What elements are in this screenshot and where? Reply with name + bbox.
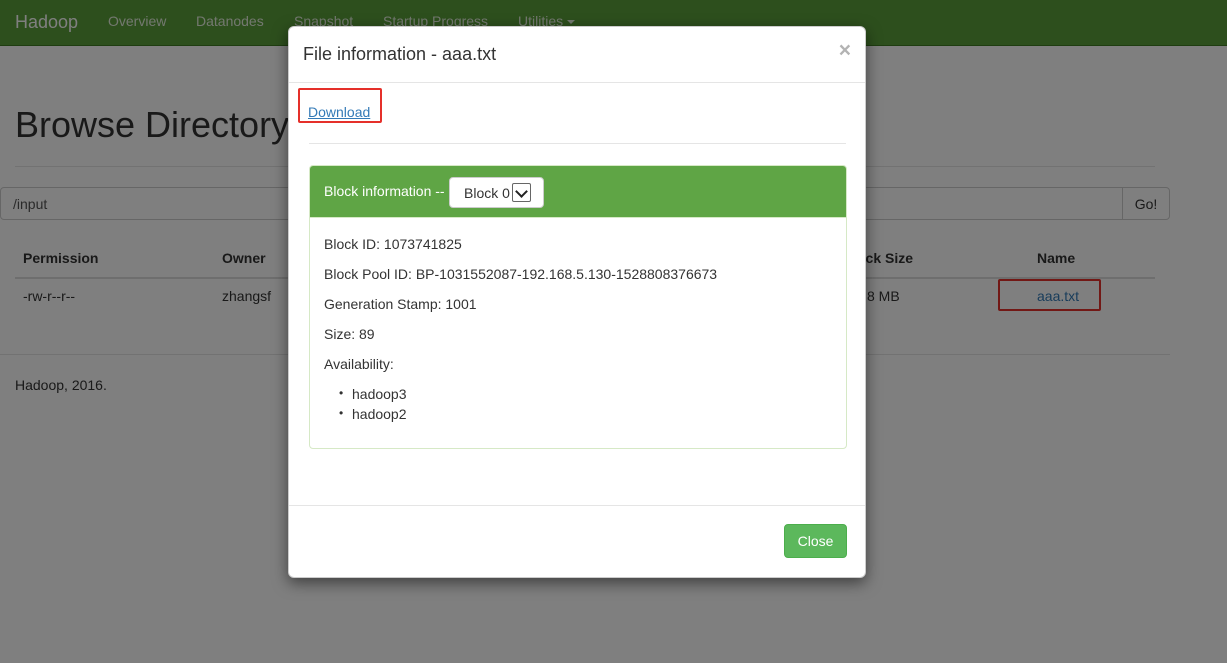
availability-item: hadoop2 [339, 406, 406, 422]
block-info-label: Block information -- [324, 183, 445, 199]
block-size: Size: 89 [324, 326, 375, 342]
block-id: Block ID: 1073741825 [324, 236, 462, 252]
generation-stamp: Generation Stamp: 1001 [324, 296, 477, 312]
block-pool-id: Block Pool ID: BP-1031552087-192.168.5.1… [324, 266, 718, 282]
chevron-down-icon[interactable] [512, 183, 531, 202]
availability-item: hadoop3 [339, 386, 406, 402]
modal-footer-divider [289, 505, 865, 506]
block-info-panel: Block information -- Block 0 Block ID: 1… [309, 165, 847, 449]
panel-heading: Block information -- Block 0 [310, 166, 846, 218]
modal-title: File information - aaa.txt [303, 44, 497, 64]
availability-label: Availability: [324, 356, 394, 372]
divider [309, 143, 846, 144]
close-button[interactable]: Close [784, 524, 847, 558]
close-icon[interactable]: × [839, 39, 851, 63]
block-select-value: Block 0 [464, 185, 510, 201]
highlight-box [298, 88, 382, 123]
modal-header: File information - aaa.txt × [289, 27, 865, 83]
block-select[interactable]: Block 0 [449, 177, 544, 208]
file-info-modal: File information - aaa.txt × Download Bl… [288, 26, 866, 578]
